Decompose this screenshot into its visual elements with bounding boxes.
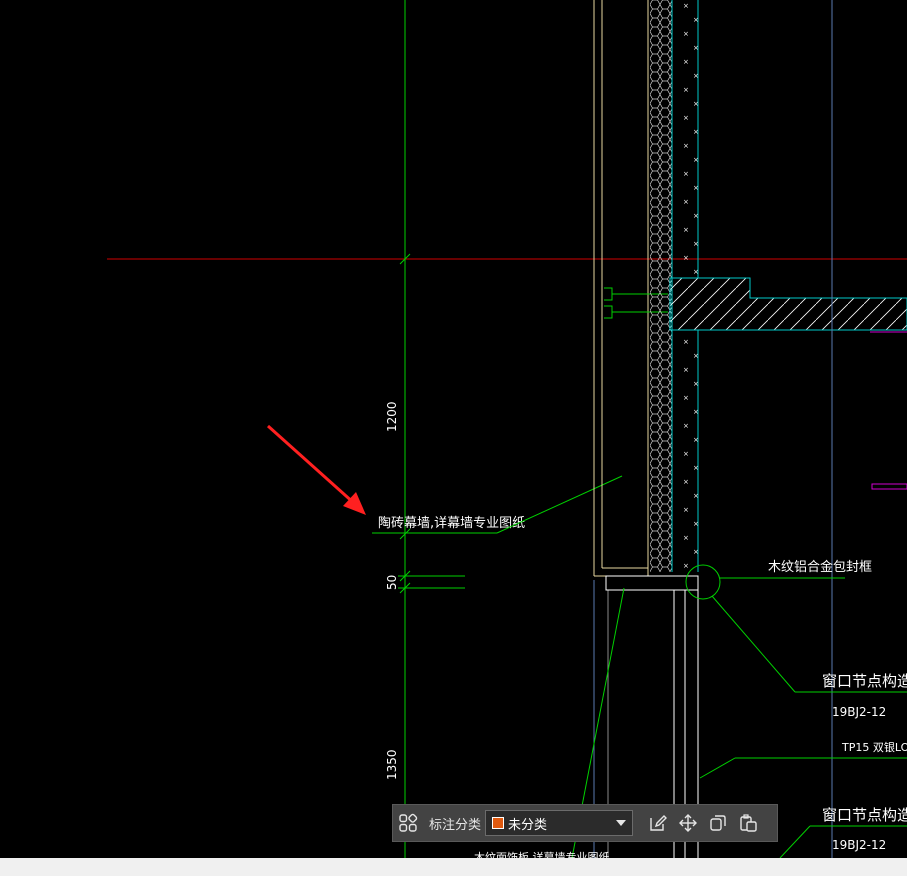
wall-dot-mark: × <box>683 422 689 430</box>
insulation-hex-band <box>650 0 672 572</box>
dimension-text-1350: 1350 <box>385 749 399 780</box>
wall-dot-mark: × <box>683 506 689 514</box>
wall-dot-mark: × <box>683 478 689 486</box>
dimension-text-50: 50 <box>385 575 399 590</box>
red-arrow-shaft <box>266 424 357 506</box>
paste-icon <box>740 814 757 832</box>
wall-dot-mark: × <box>693 72 699 80</box>
dimension-text-1200: 1200 <box>385 401 399 432</box>
wall-dot-mark: × <box>683 450 689 458</box>
edit-icon <box>650 815 668 831</box>
annotation-tp15: TP15 双银LOW <box>841 740 907 754</box>
grid-icon <box>399 813 418 832</box>
wall-dot-mark: × <box>693 380 699 388</box>
wall-dot-mark: × <box>693 548 699 556</box>
bracket <box>604 287 613 301</box>
category-select[interactable]: 未分类 <box>485 810 634 836</box>
status-bar <box>0 858 907 876</box>
wall-dot-mark: × <box>693 464 699 472</box>
wall-dot-mark: × <box>683 562 689 570</box>
wall-dot-mark: × <box>693 128 699 136</box>
chevron-down-icon <box>616 820 627 826</box>
magenta-mark <box>871 483 907 490</box>
concrete-slab <box>669 277 907 331</box>
wall-dot-mark: × <box>693 44 699 52</box>
annotation-window-node-2: 窗口节点构造 <box>822 806 907 824</box>
annotation-wood-grain-aluminum: 木纹铝合金包封框 <box>768 559 872 575</box>
paste-button[interactable] <box>733 808 763 838</box>
wall-dot-mark: × <box>693 212 699 220</box>
wall-dot-mark: × <box>683 534 689 542</box>
wall-dot-mark: × <box>683 142 689 150</box>
annotation-window-code-2: 19BJ2-12 <box>832 838 886 852</box>
wall-dot-mark: × <box>683 226 689 234</box>
wall-dot-mark: × <box>683 114 689 122</box>
wall-dot-mark: × <box>693 184 699 192</box>
category-color-swatch <box>492 817 505 829</box>
wall-dot-mark: × <box>683 198 689 206</box>
wall-dot-mark: × <box>693 436 699 444</box>
wall-dot-mark: × <box>683 86 689 94</box>
wall-dot-mark: × <box>683 170 689 178</box>
category-select-value: 未分类 <box>508 817 548 833</box>
wall-dot-mark: × <box>693 268 699 276</box>
annotation-bottom-note: 木纹面饰板,详幕墙专业图纸 <box>474 850 610 858</box>
leader-line <box>699 757 736 779</box>
detail-callout-circle <box>685 564 721 600</box>
annotation-toolbar: 标注分类 未分类 <box>392 804 778 842</box>
window-sill <box>605 575 699 591</box>
annotation-ceramic-curtain-wall: 陶砖幕墙,详幕墙专业图纸 <box>378 515 525 531</box>
leader-line <box>496 475 623 534</box>
category-label: 标注分类 <box>429 817 482 833</box>
wall-dot-mark: × <box>683 30 689 38</box>
bracket <box>604 305 613 319</box>
annotation-window-node-1: 窗口节点构造 <box>822 672 907 690</box>
wall-dot-mark: × <box>683 58 689 66</box>
wall-dot-mark: × <box>683 254 689 262</box>
copy-button[interactable] <box>703 808 733 838</box>
wall-dot-mark: × <box>683 366 689 374</box>
edit-button[interactable] <box>643 808 673 838</box>
leader-line <box>779 825 811 858</box>
wall-dot-mark: × <box>693 16 699 24</box>
wall-dot-mark: × <box>683 394 689 402</box>
wall-dot-mark: × <box>683 338 689 346</box>
layout-grid-button[interactable] <box>393 808 423 838</box>
wall-dot-mark: × <box>693 408 699 416</box>
cad-drawing-canvas[interactable]: 1200 50 1350 陶砖幕墙,详幕墙专业图纸 × × × × × × × × × × × × × ×… <box>0 0 907 858</box>
wall-dot-mark: × <box>683 2 689 10</box>
leader-line <box>711 595 796 693</box>
wall-dot-mark: × <box>693 492 699 500</box>
move-button[interactable] <box>673 808 703 838</box>
annotation-window-code-1: 19BJ2-12 <box>832 705 886 719</box>
wall-dot-mark: × <box>693 100 699 108</box>
copy-icon <box>710 815 726 831</box>
wall-dot-mark: × <box>693 240 699 248</box>
wall-dot-mark: × <box>693 156 699 164</box>
move-icon <box>679 814 698 832</box>
wall-dot-mark: × <box>693 352 699 360</box>
wall-dot-mark: × <box>693 520 699 528</box>
